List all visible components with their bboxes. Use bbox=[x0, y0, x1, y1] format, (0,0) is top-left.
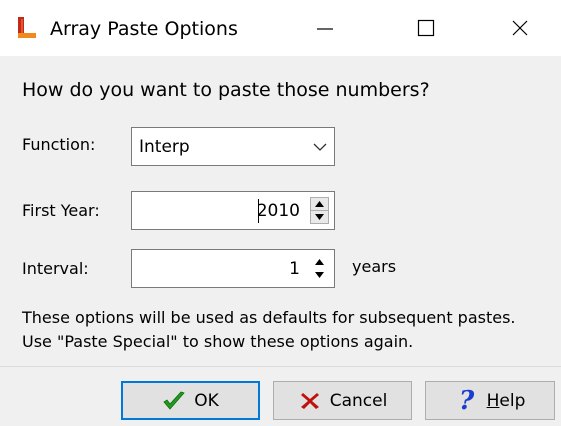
function-select-value: Interp bbox=[139, 137, 190, 157]
first-year-spinbox[interactable]: 2010 bbox=[131, 191, 335, 230]
prompt-text: How do you want to paste those numbers? bbox=[22, 79, 430, 101]
help-button[interactable]: ? Help bbox=[425, 381, 555, 420]
app-logo-icon bbox=[18, 17, 36, 38]
chevron-down-icon bbox=[313, 143, 327, 151]
cancel-button-label: Cancel bbox=[329, 390, 388, 411]
interval-unit-label: years bbox=[352, 257, 397, 276]
info-text: These options will be used as defaults f… bbox=[22, 306, 516, 354]
array-paste-options-dialog: Array Paste Options How do you want to p… bbox=[0, 0, 561, 426]
first-year-label: First Year: bbox=[22, 201, 100, 220]
close-icon bbox=[512, 20, 528, 36]
interval-increment-button[interactable] bbox=[310, 255, 329, 269]
cancel-button[interactable]: Cancel bbox=[273, 381, 412, 420]
arrow-down-icon bbox=[315, 272, 324, 279]
title-bar[interactable]: Array Paste Options bbox=[0, 0, 561, 56]
minimize-icon bbox=[317, 28, 333, 30]
interval-label: Interval: bbox=[22, 259, 89, 278]
checkmark-icon bbox=[162, 389, 186, 413]
ok-button-label: OK bbox=[194, 390, 219, 411]
function-label: Function: bbox=[22, 135, 96, 154]
function-select[interactable]: Interp bbox=[131, 127, 335, 166]
first-year-increment-button[interactable] bbox=[311, 198, 328, 211]
minimize-button[interactable] bbox=[297, 0, 353, 56]
maximize-icon bbox=[417, 19, 435, 37]
maximize-button[interactable] bbox=[398, 0, 454, 56]
arrow-up-icon bbox=[315, 258, 324, 265]
info-line-defaults: These options will be used as defaults f… bbox=[22, 308, 516, 327]
interval-spin-buttons[interactable] bbox=[310, 255, 329, 282]
question-mark-icon: ? bbox=[458, 385, 475, 416]
first-year-value[interactable]: 2010 bbox=[257, 201, 300, 221]
interval-value[interactable]: 1 bbox=[289, 259, 300, 279]
button-bar-divider bbox=[0, 366, 561, 367]
help-button-label: Help bbox=[486, 390, 526, 411]
arrow-up-icon bbox=[315, 200, 324, 207]
x-mark-icon bbox=[298, 389, 322, 413]
interval-decrement-button[interactable] bbox=[310, 269, 329, 283]
arrow-down-icon bbox=[315, 213, 324, 220]
first-year-spin-buttons[interactable] bbox=[310, 197, 329, 224]
info-line-paste-special: Use "Paste Special" to show these option… bbox=[22, 332, 414, 351]
first-year-decrement-button[interactable] bbox=[311, 211, 328, 224]
text-caret bbox=[258, 199, 259, 223]
close-button[interactable] bbox=[492, 0, 548, 56]
window-title: Array Paste Options bbox=[50, 18, 238, 40]
ok-button[interactable]: OK bbox=[121, 381, 260, 420]
interval-spinbox[interactable]: 1 bbox=[131, 249, 335, 288]
